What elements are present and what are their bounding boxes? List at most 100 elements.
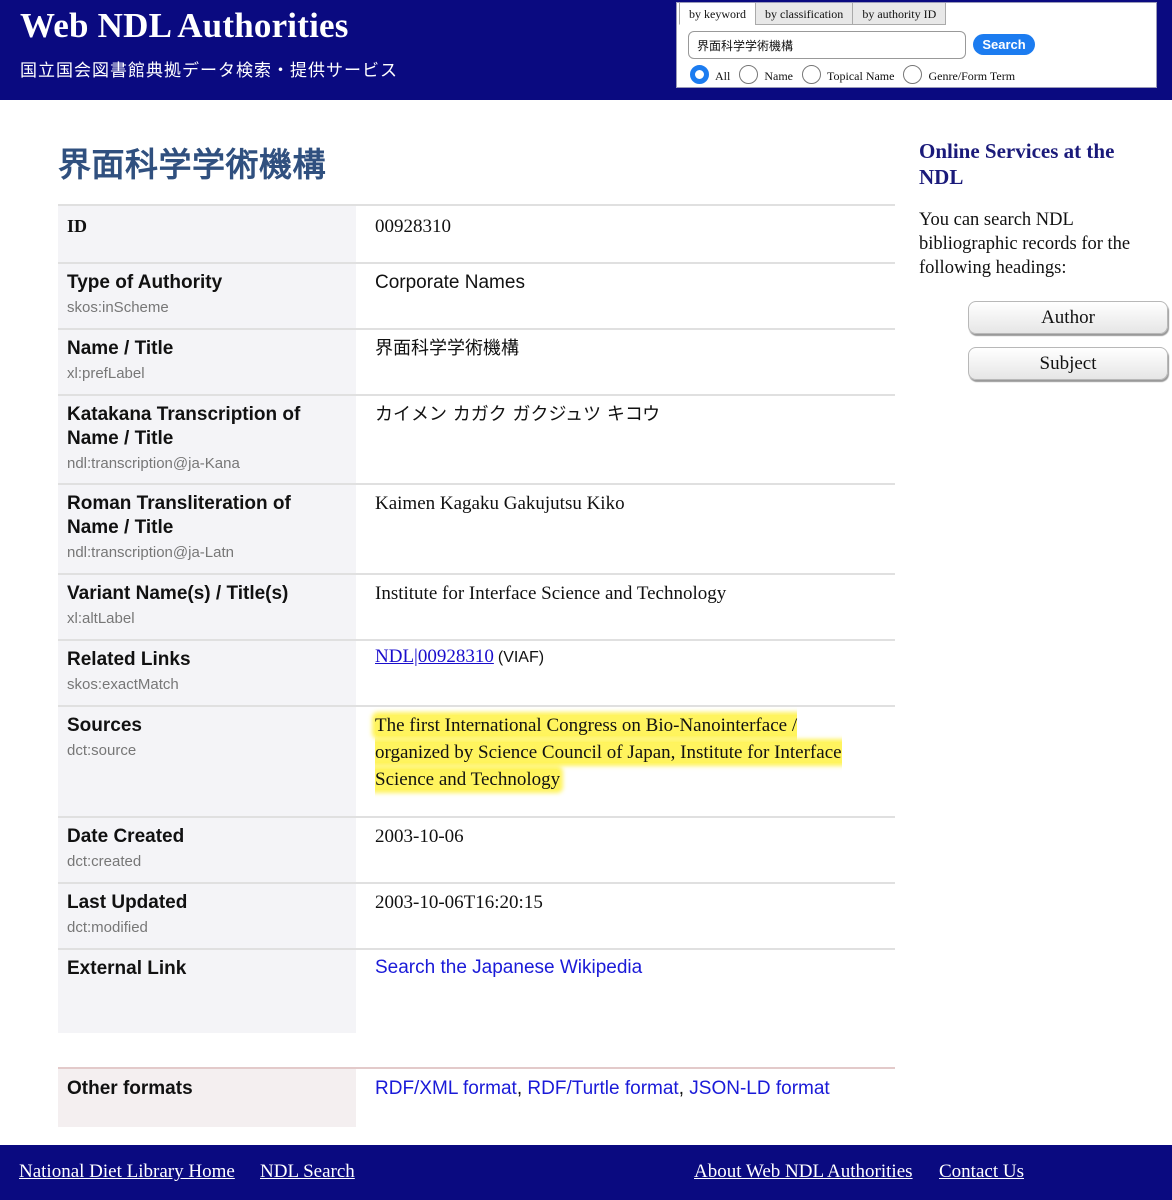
- row-value: The first International Congress on Bio-…: [356, 706, 895, 818]
- row-key: Name / Title xl:prefLabel: [58, 329, 356, 396]
- viaf-link[interactable]: NDL|00928310: [375, 646, 494, 667]
- rdf-xml-link[interactable]: RDF/XML format: [375, 1078, 517, 1099]
- formats-label: Other formats: [67, 1078, 193, 1099]
- row-key: Roman Transliteration of Name / Title nd…: [58, 484, 356, 575]
- row-value: Corporate Names: [356, 263, 895, 330]
- search-input[interactable]: 界面科学学術機構: [688, 31, 966, 59]
- row-key: Katakana Transcription of Name / Title n…: [58, 395, 356, 485]
- table-row: Other formats RDF/XML format, RDF/Turtle…: [58, 1068, 895, 1127]
- sources-prop: dct:source: [67, 742, 137, 759]
- triangle-right-icon: ▶: [1022, 6, 1029, 16]
- radio-genre-form-term[interactable]: [903, 65, 923, 84]
- tab-by-authority-id[interactable]: by authority ID: [852, 3, 947, 25]
- search-scope-radios: All Name Topical Name Genre/Form Term: [690, 65, 1024, 84]
- row-key: Type of Authority skos:inScheme: [58, 263, 356, 330]
- radio-topical-name[interactable]: [802, 65, 821, 84]
- viaf-suffix: (VIAF): [497, 649, 545, 666]
- row-value: 00928310: [356, 205, 895, 264]
- row-value: RDF/XML format, RDF/Turtle format, JSON-…: [356, 1068, 895, 1127]
- external-label: External Link: [67, 958, 187, 979]
- row-value: 2003-10-06: [356, 817, 895, 884]
- search-panel: by keyword by classification by authorit…: [676, 2, 1157, 88]
- page-title: 界面科学学術機構: [58, 145, 326, 184]
- other-formats-table: Other formats RDF/XML format, RDF/Turtle…: [58, 1067, 895, 1127]
- row-value: NDL|00928310 (VIAF): [356, 640, 895, 707]
- footer-link-contact[interactable]: Contact Us: [939, 1161, 1024, 1183]
- row-key: ID: [58, 205, 356, 264]
- rdf-turtle-link[interactable]: RDF/Turtle format: [527, 1078, 678, 1099]
- separator: ,: [516, 1078, 528, 1099]
- language-link-label: Japanese: [1029, 4, 1084, 20]
- tab-by-classification[interactable]: by classification: [755, 3, 854, 25]
- created-prop: dct:created: [67, 853, 142, 870]
- related-label: Related Links: [67, 649, 191, 670]
- name-prop: xl:prefLabel: [67, 365, 145, 382]
- footer-link-about[interactable]: About Web NDL Authorities: [694, 1161, 913, 1183]
- type-value: Corporate Names: [375, 272, 525, 293]
- row-value: カイメン カガク ガクジュツ キコウ: [356, 395, 895, 485]
- variant-prop: xl:altLabel: [67, 610, 135, 627]
- katakana-value: カイメン カガク ガクジュツ キコウ: [375, 404, 661, 425]
- table-row: External Link Search the Japanese Wikipe…: [58, 949, 895, 1033]
- row-key: External Link: [58, 949, 356, 1033]
- type-prop: skos:inScheme: [67, 299, 169, 316]
- row-value: Search the Japanese Wikipedia: [356, 949, 895, 1033]
- row-key: Variant Name(s) / Title(s) xl:altLabel: [58, 574, 356, 641]
- id-label: ID: [67, 216, 88, 236]
- site-subtitle: 国立国会図書館典拠データ検索・提供サービス: [20, 61, 398, 81]
- row-key: Sources dct:source: [58, 706, 356, 818]
- help-link[interactable]: Help: [1124, 4, 1153, 21]
- name-label: Name / Title: [67, 338, 174, 359]
- roman-prop: ndl:transcription@ja-Latn: [67, 544, 234, 561]
- site-footer: National Diet Library Home NDL Search Ab…: [0, 1145, 1172, 1200]
- radio-all[interactable]: [690, 65, 709, 84]
- katakana-prop: ndl:transcription@ja-Kana: [67, 455, 240, 472]
- site-title[interactable]: Web NDL Authorities: [20, 6, 349, 46]
- sources-label: Sources: [67, 715, 142, 736]
- radio-name[interactable]: [739, 65, 759, 84]
- sources-value: The first International Congress on Bio-…: [375, 715, 842, 790]
- table-row: Last Updated dct:modified 2003-10-06T16:…: [58, 883, 895, 950]
- wikipedia-link[interactable]: Search the Japanese Wikipedia: [375, 957, 642, 978]
- variant-value: Institute for Interface Science and Tech…: [375, 583, 727, 604]
- row-key: Related Links skos:exactMatch: [58, 640, 356, 707]
- search-tabs: by keyword by classification by authorit…: [679, 3, 947, 25]
- table-row: Roman Transliteration of Name / Title nd…: [58, 484, 895, 575]
- author-button[interactable]: Author: [968, 301, 1168, 334]
- modified-prop: dct:modified: [67, 919, 148, 936]
- table-row: Variant Name(s) / Title(s) xl:altLabel I…: [58, 574, 895, 641]
- row-value: Institute for Interface Science and Tech…: [356, 574, 895, 641]
- row-value: 2003-10-06T16:20:15: [356, 883, 895, 950]
- table-row: ID 00928310: [58, 205, 895, 264]
- language-link[interactable]: ▶Japanese: [1022, 4, 1083, 21]
- variant-label: Variant Name(s) / Title(s): [67, 583, 289, 604]
- name-value: 界面科学学術機構: [375, 338, 519, 359]
- roman-value: Kaimen Kagaku Gakujutsu Kiko: [375, 493, 625, 514]
- table-row: Katakana Transcription of Name / Title n…: [58, 395, 895, 485]
- footer-link-ndl-search[interactable]: NDL Search: [260, 1161, 355, 1183]
- created-label: Date Created: [67, 826, 185, 847]
- sidebar-description: You can search NDL bibliographic records…: [919, 210, 1131, 278]
- row-value: Kaimen Kagaku Gakujutsu Kiko: [356, 484, 895, 575]
- search-button[interactable]: Search: [973, 34, 1035, 55]
- radio-label-genre-form-term: Genre/Form Term: [928, 69, 1016, 83]
- table-row: Date Created dct:created 2003-10-06: [58, 817, 895, 884]
- katakana-label: Katakana Transcription of Name / Title: [67, 404, 301, 449]
- tab-by-keyword[interactable]: by keyword: [679, 3, 756, 25]
- authority-record-table: ID 00928310 Type of Authority skos:inSch…: [58, 204, 895, 1033]
- site-header: Web NDL Authorities 国立国会図書館典拠データ検索・提供サービ…: [0, 0, 1172, 100]
- id-value: 00928310: [375, 216, 451, 237]
- footer-link-ndl-home[interactable]: National Diet Library Home: [19, 1161, 235, 1183]
- subject-button[interactable]: Subject: [968, 347, 1168, 380]
- separator: ,: [678, 1078, 690, 1099]
- row-key: Date Created dct:created: [58, 817, 356, 884]
- row-value: 界面科学学術機構: [356, 329, 895, 396]
- row-key: Other formats: [58, 1068, 356, 1127]
- modified-value: 2003-10-06T16:20:15: [375, 892, 543, 913]
- json-ld-link[interactable]: JSON-LD format: [689, 1078, 829, 1099]
- sidebar-title: Online Services at the NDL: [919, 139, 1115, 189]
- created-value: 2003-10-06: [375, 826, 464, 847]
- modified-label: Last Updated: [67, 892, 188, 913]
- type-label: Type of Authority: [67, 272, 223, 293]
- table-row: Type of Authority skos:inScheme Corporat…: [58, 263, 895, 330]
